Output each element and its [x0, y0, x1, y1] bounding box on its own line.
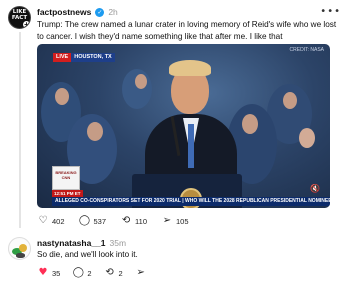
verified-icon: ✓ — [95, 7, 105, 17]
crowd-face — [242, 114, 258, 134]
like-count: 402 — [52, 216, 65, 226]
like-button[interactable]: ♡ 402 — [37, 215, 65, 227]
share-icon: ➢ — [136, 267, 145, 278]
location-label: HOUSTON, TX — [71, 53, 115, 62]
reply-author-name[interactable]: nastynatasha__1 — [37, 238, 106, 248]
crowd-face — [135, 74, 147, 89]
repost-icon: ⟲ — [121, 215, 131, 226]
live-label: LIVE — [53, 53, 72, 62]
plus-icon[interactable]: + — [22, 20, 30, 28]
more-icon[interactable]: ••• — [320, 6, 341, 17]
crowd-face — [283, 92, 297, 109]
time-bug: 12:51 PM ET — [52, 190, 83, 197]
reply-text: So die, and we'll look into it. — [37, 250, 138, 259]
speaker-tie — [188, 124, 194, 168]
repost-button[interactable]: ⟲ 110 — [120, 215, 147, 227]
comment-icon: ◯ — [78, 215, 91, 226]
post-actions: ♡ 402 ◯ 537 ⟲ 110 ➢ 105 — [37, 214, 189, 228]
avatar-art — [16, 253, 25, 258]
crowd-face — [55, 88, 69, 105]
video-credit: CREDIT: NASA — [289, 47, 324, 53]
author-avatar[interactable]: LIKE FACT + — [8, 6, 31, 29]
comment-count: 537 — [93, 216, 107, 226]
reply-comment-button[interactable]: ◯ 2 — [72, 267, 92, 279]
video-player[interactable]: LIVE HOUSTON, TX CREDIT: NASA BREAKING C… — [37, 44, 330, 208]
reply-repost-count: 2 — [118, 268, 123, 278]
news-ticker: ALLEGED CO-CONSPIRATORS SET FOR 2020 TRI… — [52, 197, 330, 206]
crowd-face — [299, 128, 315, 148]
reply-header: nastynatasha__1 35m — [37, 238, 126, 248]
author-name[interactable]: factpostnews — [37, 7, 91, 17]
avatar-art — [19, 244, 27, 252]
repost-icon: ⟲ — [105, 267, 114, 278]
share-icon: ➢ — [162, 215, 172, 226]
reply-share-button[interactable]: ➢ — [135, 267, 147, 279]
reply-repost-button[interactable]: ⟲ 2 — [104, 267, 123, 279]
heart-icon: ♥ — [38, 267, 48, 278]
repost-count: 110 — [135, 216, 147, 226]
share-count: 105 — [176, 216, 189, 226]
crowd-face — [87, 122, 103, 141]
reply-time: 35m — [109, 238, 127, 248]
reply-like-count: 35 — [52, 268, 61, 278]
comment-icon: ◯ — [72, 267, 84, 278]
post-time: 2h — [108, 7, 118, 17]
reply-actions: ♥ 35 ◯ 2 ⟲ 2 ➢ — [37, 266, 147, 280]
reply-comment-count: 2 — [87, 268, 92, 278]
live-badge: LIVE HOUSTON, TX — [53, 53, 115, 62]
comment-button[interactable]: ◯ 537 — [78, 215, 107, 227]
post-header: factpostnews ✓ 2h — [37, 5, 118, 19]
share-button[interactable]: ➢ 105 — [161, 215, 189, 227]
reply-like-button[interactable]: ♥ 35 — [37, 267, 61, 279]
speaker-hair — [169, 60, 211, 76]
heart-icon: ♡ — [38, 215, 48, 226]
thread-line — [19, 32, 21, 228]
mute-icon[interactable]: 🔇 — [310, 184, 320, 194]
reply-avatar[interactable] — [8, 237, 31, 260]
post-text: Trump: The crew named a lunar crater in … — [37, 20, 337, 41]
network-logo: BREAKING CNN — [52, 166, 80, 190]
